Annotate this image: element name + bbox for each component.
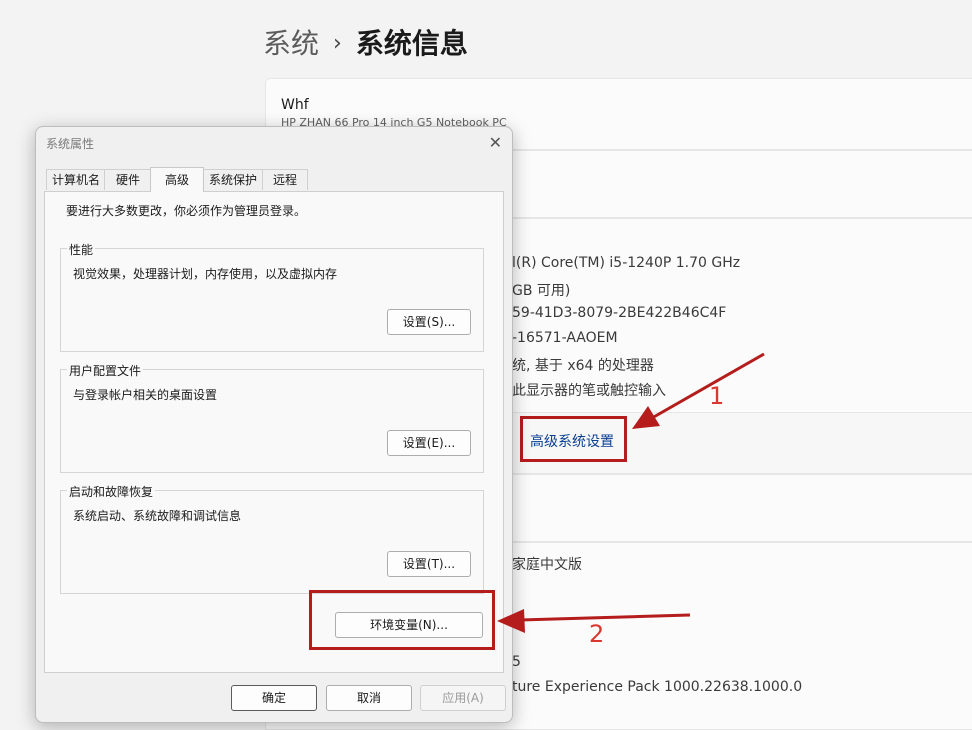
- startup-recovery-group: 启动和故障恢复 系统启动、系统故障和调试信息 设置(T)...: [60, 483, 484, 594]
- user-profiles-label: 用户配置文件: [67, 362, 144, 379]
- ok-button[interactable]: 确定: [231, 685, 317, 711]
- user-profiles-desc: 与登录帐户相关的桌面设置: [73, 388, 218, 402]
- close-icon[interactable]: ✕: [489, 133, 502, 152]
- tab-hardware[interactable]: 硬件: [104, 169, 152, 190]
- admin-notice: 要进行大多数更改，你必须作为管理员登录。: [66, 204, 307, 218]
- spec-experience: ture Experience Pack 1000.22638.1000.0: [512, 679, 803, 695]
- performance-label: 性能: [67, 241, 96, 258]
- highlight-box-1: [520, 416, 627, 462]
- breadcrumb-parent[interactable]: 系统: [263, 27, 319, 60]
- spec-system-type: 统, 基于 x64 的处理器: [512, 358, 654, 374]
- tab-advanced[interactable]: 高级: [150, 167, 204, 192]
- spec-edition: 家庭中文版: [512, 557, 582, 573]
- cancel-button[interactable]: 取消: [326, 685, 412, 711]
- startup-recovery-label: 启动和故障恢复: [67, 483, 156, 500]
- spec-device-id: 59-41D3-8079-2BE422B46C4F: [512, 305, 727, 321]
- performance-settings-button[interactable]: 设置(S)...: [387, 309, 471, 335]
- spec-version: 5: [512, 654, 521, 670]
- startup-recovery-desc: 系统启动、系统故障和调试信息: [73, 509, 242, 523]
- breadcrumb: 系统 › 系统信息: [263, 22, 468, 62]
- spec-pen-touch: 此显示器的笔或触控输入: [512, 383, 666, 399]
- annotation-number-2: 2: [589, 620, 605, 648]
- user-profiles-settings-button[interactable]: 设置(E)...: [387, 430, 471, 456]
- performance-group: 性能 视觉效果，处理器计划，内存使用，以及虚拟内存 设置(S)...: [60, 241, 484, 352]
- performance-desc: 视觉效果，处理器计划，内存使用，以及虚拟内存: [73, 267, 338, 281]
- tab-system-protection[interactable]: 系统保护: [202, 169, 264, 190]
- tab-computer-name[interactable]: 计算机名: [46, 169, 106, 190]
- annotation-number-1: 1: [709, 382, 725, 410]
- apply-button[interactable]: 应用(A): [420, 685, 506, 711]
- dialog-title: 系统属性: [46, 137, 95, 151]
- breadcrumb-separator-icon: ›: [333, 31, 342, 56]
- spec-ram: GB 可用): [512, 283, 571, 299]
- user-profiles-group: 用户配置文件 与登录帐户相关的桌面设置 设置(E)...: [60, 362, 484, 473]
- startup-recovery-settings-button[interactable]: 设置(T)...: [387, 551, 471, 577]
- spec-processor: l(R) Core(TM) i5-1240P 1.70 GHz: [512, 255, 741, 271]
- highlight-box-2: [309, 590, 495, 650]
- device-name: Whf: [281, 97, 309, 113]
- tab-remote[interactable]: 远程: [262, 169, 308, 190]
- page-title: 系统信息: [355, 27, 468, 60]
- spec-product-id: -16571-AAOEM: [512, 330, 618, 346]
